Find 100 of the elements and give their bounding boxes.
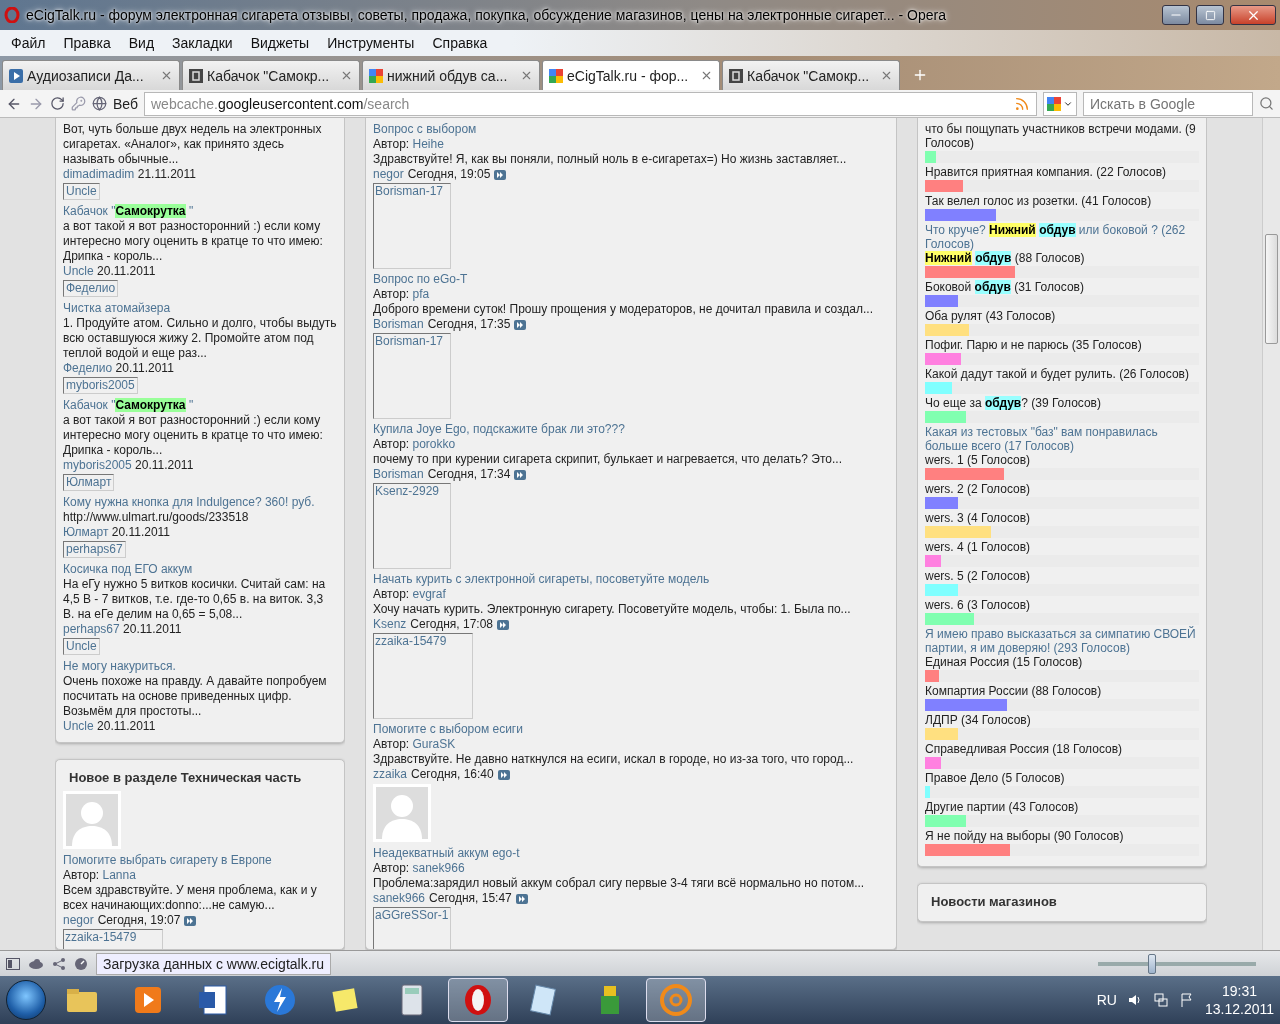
vertical-scrollbar[interactable] bbox=[1262, 118, 1280, 950]
topic-title-link[interactable]: Купила Joye Ego, подскажите брак ли это??? bbox=[373, 422, 625, 436]
author-link[interactable]: sanek966 bbox=[412, 861, 465, 875]
user-link[interactable]: Uncle bbox=[63, 183, 100, 200]
last-poster-link[interactable]: Borisman bbox=[373, 317, 424, 332]
close-tab-icon[interactable] bbox=[340, 69, 353, 82]
last-poster-link[interactable]: Borisman bbox=[373, 467, 424, 482]
tab-label: Аудиозаписи Да... bbox=[27, 67, 145, 84]
close-tab-icon[interactable] bbox=[520, 69, 533, 82]
poll-question-link[interactable]: Я имею право высказаться за симпатию СВОЕЙ партии, я им доверяю! (293 Голосов) bbox=[925, 627, 1199, 655]
author-link[interactable]: Uncle bbox=[63, 719, 94, 733]
poll-option-label: Единая Россия (15 Голосов) bbox=[925, 655, 1084, 669]
author-link[interactable]: myboris2005 bbox=[63, 458, 132, 472]
last-poster-link[interactable]: negor bbox=[373, 167, 404, 182]
menu-item[interactable]: Файл bbox=[2, 35, 55, 51]
cloud-icon[interactable] bbox=[28, 957, 44, 970]
post-title-link[interactable]: Кабачок "Самокрутка " bbox=[63, 204, 337, 219]
tab-label: eCigTalk.ru - фор... bbox=[567, 67, 690, 84]
last-poster-link[interactable]: zzaika bbox=[373, 767, 407, 782]
go-to-post-icon[interactable] bbox=[514, 469, 527, 480]
user-link[interactable]: Uncle bbox=[63, 638, 100, 655]
user-link[interactable]: perhaps67 bbox=[63, 541, 126, 558]
go-to-post-icon[interactable] bbox=[494, 169, 507, 180]
author-link[interactable]: Lanna bbox=[102, 868, 136, 882]
go-to-post-icon[interactable] bbox=[497, 619, 510, 630]
browser-tab[interactable]: нижний обдув са... bbox=[362, 60, 540, 90]
clock[interactable]: 19:31 13.12.2011 bbox=[1204, 982, 1274, 1018]
author-link[interactable]: GuraSK bbox=[412, 737, 456, 751]
author-link[interactable]: porokko bbox=[412, 437, 456, 451]
speed-dial-icon[interactable] bbox=[74, 956, 88, 971]
reload-icon[interactable] bbox=[50, 96, 65, 111]
author-link[interactable]: Феделио bbox=[63, 361, 113, 375]
author-link[interactable]: pfa bbox=[412, 287, 430, 301]
topic-title-link[interactable]: Помогите выбрать сигарету в Европе bbox=[63, 853, 272, 867]
author-link[interactable]: dimadimadim bbox=[63, 167, 135, 181]
post-title-link[interactable]: Кабачок "Самокрутка " bbox=[63, 398, 337, 413]
address-field[interactable]: webcache.googleusercontent.com/search bbox=[144, 91, 1037, 116]
post-title-link[interactable]: Чистка атомайзера bbox=[63, 301, 337, 316]
topic-excerpt: почему то при курении сигарета скрипит, булькает и нагревается, что делать? Это... bbox=[373, 452, 843, 467]
poll-question-link[interactable]: Какая из тестовых "баз" вам понравилась больше всего (17 Голосов) bbox=[925, 425, 1199, 453]
maximize-icon bbox=[1204, 9, 1216, 21]
menu-item[interactable]: Виджеты bbox=[241, 35, 319, 51]
key-icon[interactable] bbox=[71, 96, 86, 111]
last-poster-link[interactable]: sanek966 bbox=[373, 891, 426, 906]
menu-item[interactable]: Вид bbox=[119, 35, 164, 51]
poll-option-label: ЛДПР (34 Голосов) bbox=[925, 713, 1032, 727]
close-button[interactable] bbox=[1230, 5, 1276, 25]
go-to-post-icon[interactable] bbox=[515, 893, 528, 904]
close-tab-icon[interactable] bbox=[700, 69, 713, 82]
browser-tab[interactable]: Аудиозаписи Да... bbox=[2, 60, 180, 90]
menu-item[interactable]: Инструменты bbox=[318, 35, 424, 51]
zoom-slider-thumb[interactable] bbox=[1147, 953, 1156, 974]
menu-item[interactable]: Правка bbox=[54, 35, 120, 51]
browser-tab[interactable]: Кабачок "Самокр... bbox=[182, 60, 360, 90]
last-poster-link[interactable]: Ksenz bbox=[373, 617, 407, 632]
network-icon[interactable] bbox=[1152, 992, 1169, 1008]
panel-toggle-icon[interactable] bbox=[6, 957, 20, 970]
poll-question-link[interactable]: Что круче? Нижний обдув или боковой ? (262 Голосов) bbox=[925, 223, 1199, 251]
topic-title-link[interactable]: Помогите с выбором есиги bbox=[373, 722, 523, 736]
author-link[interactable]: Юлмарт bbox=[63, 525, 109, 539]
post-title-link[interactable]: Косичка под ЕГО аккум bbox=[63, 562, 337, 577]
topic-title-link[interactable]: Вопрос с выбором bbox=[373, 122, 477, 136]
topic-title-link[interactable]: Неадекватный аккум ego-t bbox=[373, 846, 520, 860]
post-excerpt: Очень похоже на правду. А давайте попробуем посчитать на основе приведенных цифр. Возьмём для простоты... bbox=[63, 674, 328, 719]
volume-icon[interactable] bbox=[1126, 992, 1143, 1008]
language-indicator[interactable]: RU bbox=[1096, 992, 1117, 1008]
post-title-link[interactable]: Не могу накуриться. bbox=[63, 659, 337, 674]
flag-icon[interactable] bbox=[1178, 992, 1195, 1008]
share-icon[interactable] bbox=[52, 956, 66, 971]
go-to-post-icon[interactable] bbox=[184, 915, 197, 926]
author-link[interactable]: perhaps67 bbox=[63, 622, 120, 636]
topic-title-link[interactable]: Вопрос по eGo-T bbox=[373, 272, 468, 286]
user-link[interactable]: myboris2005 bbox=[63, 377, 138, 394]
close-tab-icon[interactable] bbox=[880, 69, 893, 82]
menu-item[interactable]: Закладки bbox=[163, 35, 242, 51]
maximize-button[interactable] bbox=[1196, 5, 1224, 25]
post-title-link[interactable]: Кому нужна кнопка для Indulgence? 360! руб. bbox=[63, 495, 337, 510]
author-link[interactable]: Uncle bbox=[63, 264, 94, 278]
author-link[interactable]: Heihe bbox=[412, 137, 444, 151]
close-tab-icon[interactable] bbox=[160, 69, 173, 82]
user-link[interactable]: Феделио bbox=[63, 280, 119, 297]
browser-tab[interactable]: eCigTalk.ru - фор... bbox=[542, 60, 720, 90]
browser-tab[interactable]: Кабачок "Самокр... bbox=[722, 60, 900, 90]
topic-title-link[interactable]: Начать курить с электронной сигареты, посоветуйте модель bbox=[373, 572, 710, 586]
author-link[interactable]: evgraf bbox=[412, 587, 446, 601]
minimize-button[interactable] bbox=[1162, 5, 1190, 25]
go-to-post-icon[interactable] bbox=[514, 319, 527, 330]
topic-excerpt: Всем здравствуйте. У меня проблема, как и у всех начинающих:donno:...не самую... bbox=[63, 883, 318, 913]
search-engine-button[interactable] bbox=[1043, 91, 1077, 116]
user-link[interactable]: Юлмарт bbox=[63, 474, 115, 491]
poll-option-label: wers. 1 (5 Голосов) bbox=[925, 453, 1032, 467]
post-excerpt: 1. Продуйте атом. Сильно и долго, чтобы выдуть всю оставшуюся жижу 2. Промойте атом под теплой водой и еще раз... bbox=[63, 316, 337, 361]
search-icon[interactable] bbox=[1259, 96, 1274, 111]
start-button[interactable] bbox=[6, 980, 46, 1020]
post-time: Сегодня, 17:34 bbox=[427, 467, 511, 482]
search-field[interactable]: Искать в Google bbox=[1083, 91, 1253, 116]
go-to-post-icon[interactable] bbox=[497, 769, 510, 780]
last-poster-link[interactable]: negor bbox=[63, 913, 94, 928]
menu-item[interactable]: Справка bbox=[423, 35, 497, 51]
taskbar-app-button[interactable] bbox=[448, 978, 508, 1022]
